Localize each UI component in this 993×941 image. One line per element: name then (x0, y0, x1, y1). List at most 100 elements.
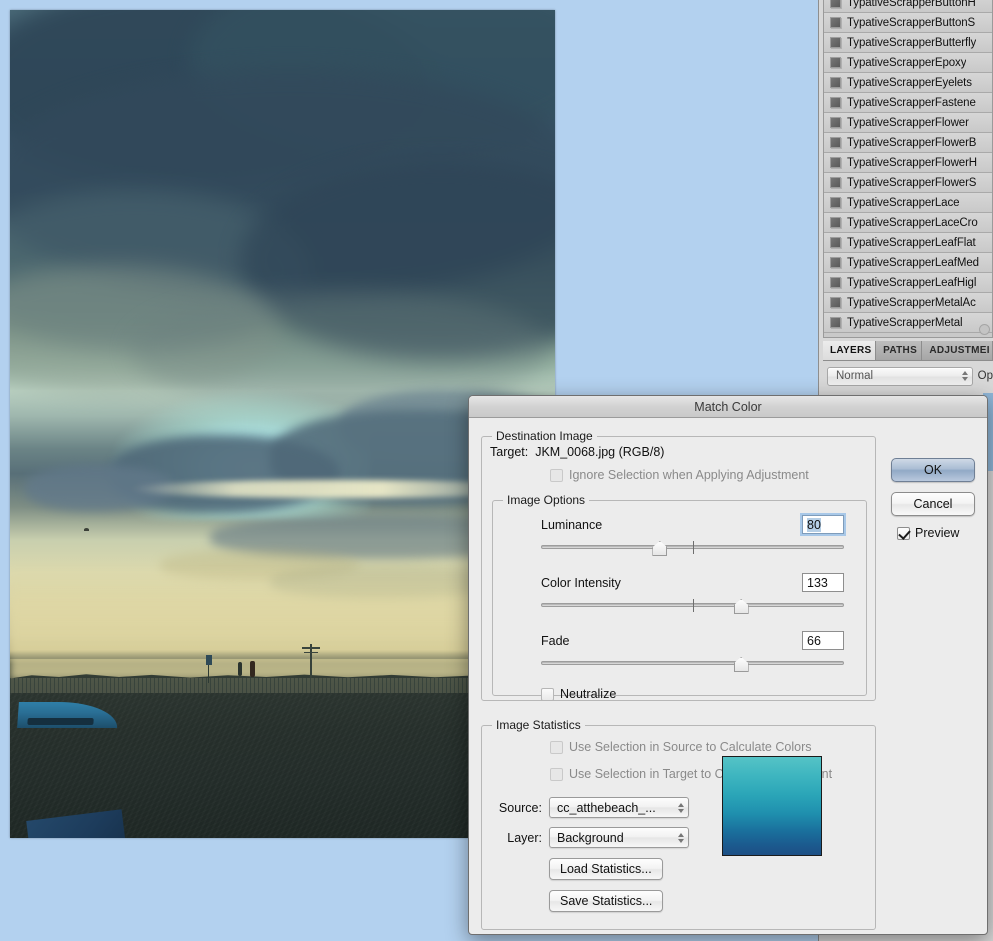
match-color-dialog[interactable]: Match Color OK Cancel Preview Destinatio… (468, 395, 988, 935)
chevron-updown-icon (961, 371, 968, 381)
list-item[interactable]: TypativeScrapperButtonH (824, 0, 992, 13)
style-swatch-icon (830, 197, 841, 208)
layer-value: Background (557, 830, 624, 845)
image-statistics-group: Image Statistics Use Selection in Source… (481, 718, 876, 930)
luminance-track[interactable] (541, 541, 844, 556)
destination-image-group: Destination Image Target: JKM_0068.jpg (… (481, 429, 876, 701)
style-name: TypativeScrapperLeafFlat (847, 236, 976, 249)
list-item[interactable]: TypativeScrapperLaceCro (824, 213, 992, 233)
luminance-label: Luminance (541, 517, 603, 532)
person-silhouette (250, 661, 255, 677)
style-name: TypativeScrapperFlowerB (847, 136, 977, 149)
neutralize-label: Neutralize (560, 687, 617, 701)
cancel-button[interactable]: Cancel (891, 492, 975, 516)
tab-layers[interactable]: LAYERS (823, 341, 877, 360)
styles-list[interactable]: TypativeScrapperButtonH TypativeScrapper… (823, 0, 993, 338)
list-item[interactable]: TypativeScrapperButtonS (824, 13, 992, 33)
style-swatch-icon (830, 17, 841, 28)
style-swatch-icon (830, 257, 841, 268)
target-label: Target: (490, 445, 529, 459)
list-item[interactable]: TypativeScrapperLace (824, 193, 992, 213)
use-selection-source-checkbox[interactable]: Use Selection in Source to Calculate Col… (550, 740, 875, 754)
neutralize-checkbox[interactable]: Neutralize (541, 687, 866, 701)
list-item[interactable]: TypativeScrapperFastene (824, 93, 992, 113)
group-legend-image-options: Image Options (503, 493, 590, 507)
preview-label: Preview (915, 526, 960, 540)
style-name: TypativeScrapperFlowerS (847, 176, 977, 189)
list-item[interactable]: TypativeScrapperFlowerH (824, 153, 992, 173)
layer-select[interactable]: Background (549, 827, 689, 848)
style-name: TypativeScrapperButtonH (847, 0, 976, 9)
style-name: TypativeScrapperFastene (847, 96, 976, 109)
list-item[interactable]: TypativeScrapperLeafMed (824, 253, 992, 273)
ignore-selection-label: Ignore Selection when Applying Adjustmen… (569, 468, 809, 482)
list-item[interactable]: TypativeScrapperEpoxy (824, 53, 992, 73)
style-name: TypativeScrapperFlowerH (847, 156, 978, 169)
color-intensity-input[interactable]: 133 (802, 573, 844, 592)
beach-sign (206, 655, 212, 683)
style-swatch-icon (830, 97, 841, 108)
style-name: TypativeScrapperButterfly (847, 36, 977, 49)
list-item[interactable]: TypativeScrapperEyelets (824, 73, 992, 93)
style-name: TypativeScrapperButtonS (847, 16, 976, 29)
style-swatch-icon (830, 217, 841, 228)
preview-checkbox[interactable]: Preview (891, 526, 975, 540)
style-swatch-icon (830, 317, 841, 328)
group-legend-destination: Destination Image (492, 429, 597, 443)
style-swatch-icon (830, 157, 841, 168)
use-selection-target-checkbox[interactable]: Use Selection in Target to Calculate Adj… (550, 767, 875, 781)
source-value: cc_atthebeach_... (557, 800, 656, 815)
list-item[interactable]: TypativeScrapperMetalAc (824, 293, 992, 313)
list-item[interactable]: TypativeScrapperFlower (824, 113, 992, 133)
color-intensity-track[interactable] (541, 599, 844, 614)
target-value: JKM_0068.jpg (RGB/8) (535, 445, 665, 459)
list-item[interactable]: TypativeScrapperLeafFlat (824, 233, 992, 253)
style-name: TypativeScrapperEpoxy (847, 56, 967, 69)
list-item[interactable]: TypativeScrapperFlowerB (824, 133, 992, 153)
checkbox-icon (897, 526, 910, 540)
fade-slider-block: Fade 66 (541, 631, 844, 672)
fade-knob[interactable] (733, 657, 749, 672)
fade-track[interactable] (541, 657, 844, 672)
fade-value: 66 (807, 633, 821, 648)
style-name: TypativeScrapperLaceCro (847, 216, 978, 229)
tab-adjustments[interactable]: ADJUSTMEI (922, 341, 993, 360)
style-name: TypativeScrapperLeafMed (847, 256, 979, 269)
checkbox-icon (550, 767, 563, 781)
style-name: TypativeScrapperEyelets (847, 76, 972, 89)
source-select[interactable]: cc_atthebeach_... (549, 797, 689, 818)
fade-input[interactable]: 66 (802, 631, 844, 650)
ignore-selection-checkbox[interactable]: Ignore Selection when Applying Adjustmen… (550, 468, 875, 482)
list-item[interactable]: TypativeScrapperFlowerS (824, 173, 992, 193)
use-selection-source-label: Use Selection in Source to Calculate Col… (569, 740, 812, 754)
chevron-updown-icon (678, 832, 684, 843)
style-name: TypativeScrapperLeafHigl (847, 276, 977, 289)
color-intensity-label: Color Intensity (541, 575, 621, 590)
source-label: Source: (498, 800, 542, 815)
style-swatch-icon (830, 77, 841, 88)
luminance-knob[interactable] (652, 541, 668, 556)
image-options-group: Image Options Luminance 80 Color Intensi… (492, 493, 867, 701)
checkbox-icon (541, 687, 554, 701)
style-swatch-icon (830, 0, 841, 8)
color-intensity-knob[interactable] (733, 599, 749, 614)
style-swatch-icon (830, 237, 841, 248)
blend-mode-select[interactable]: Normal (827, 366, 973, 386)
list-item[interactable]: TypativeScrapperButterfly (824, 33, 992, 53)
dialog-button-column: OK Cancel Preview (891, 458, 975, 540)
ok-button[interactable]: OK (891, 458, 975, 482)
source-color-preview (722, 756, 822, 856)
chevron-updown-icon (678, 802, 684, 813)
style-swatch-icon (830, 177, 841, 188)
save-statistics-button[interactable]: Save Statistics... (549, 890, 664, 912)
center-tick (692, 541, 694, 554)
load-statistics-button[interactable]: Load Statistics... (549, 858, 663, 880)
style-swatch-icon (830, 57, 841, 68)
list-item[interactable]: TypativeScrapperLeafHigl (824, 273, 992, 293)
resize-grip-icon[interactable] (979, 324, 990, 335)
style-name: TypativeScrapperFlower (847, 116, 969, 129)
list-item[interactable]: TypativeScrapperMetal (824, 313, 992, 333)
luminance-input[interactable]: 80 (802, 515, 844, 534)
tab-paths[interactable]: PATHS (876, 341, 923, 360)
style-name: TypativeScrapperMetalAc (847, 296, 976, 309)
